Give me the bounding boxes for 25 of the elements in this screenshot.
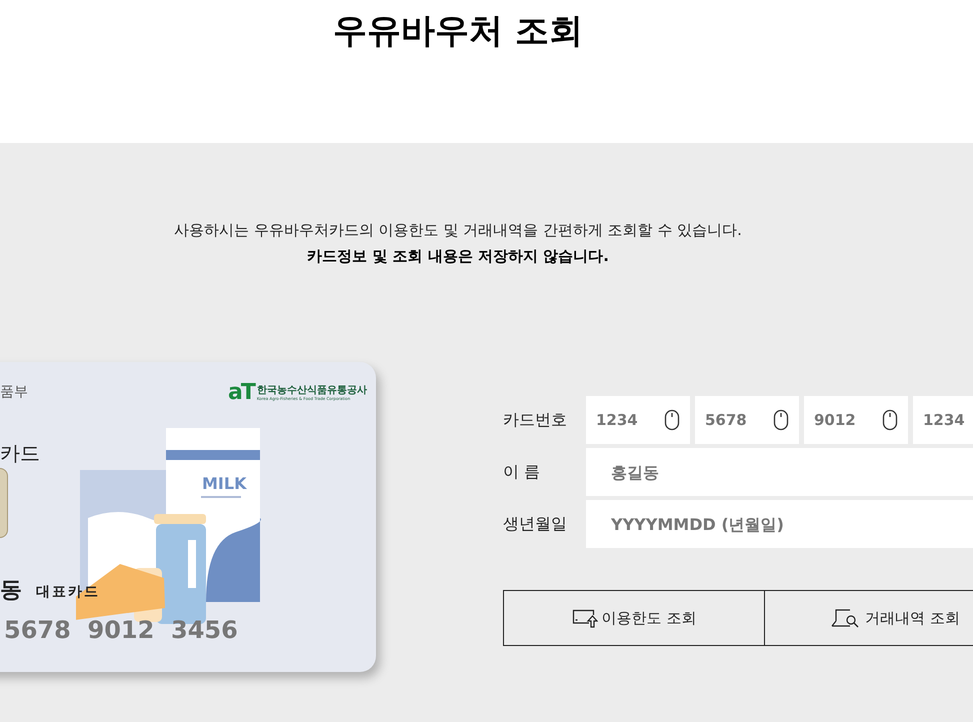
notice-text: 카드정보 및 조회 내용은 저장하지 않습니다. <box>307 246 609 266</box>
issuer-text: 품부 <box>0 383 28 402</box>
card-number-field[interactable]: 1234 <box>913 396 973 444</box>
card-number-field[interactable]: 9012 <box>804 396 908 444</box>
mouse-icon[interactable] <box>882 409 898 431</box>
field-label: 이 름 <box>503 461 542 483</box>
name-field[interactable]: 홍길동 <box>586 448 973 496</box>
intro-text: 사용하시는 우유바우처카드의 이용한도 및 거래내역을 간편하게 조회할 수 있습니다. <box>174 220 742 241</box>
field-label: 생년월일 <box>503 513 568 535</box>
mouse-icon[interactable] <box>773 409 789 431</box>
logo-mark: aT <box>228 382 254 404</box>
card-number: 5678 9012 3456 <box>4 615 238 646</box>
birthdate-field[interactable]: YYYYMMDD (년월일) <box>586 500 973 548</box>
card-number-field[interactable]: 5678 <box>695 396 799 444</box>
mouse-icon[interactable] <box>664 409 680 431</box>
transaction-history-button[interactable]: 거래내역 조회 <box>765 590 973 646</box>
usage-limit-button[interactable]: 이용한도 조회 <box>503 590 765 646</box>
cardholder-name: 동 <box>0 577 22 605</box>
milk-label: MILK <box>202 473 246 495</box>
logo-name: 한국농수산식품유통공사 <box>256 385 367 396</box>
card-label: 카드 <box>0 440 40 467</box>
page-title: 우유바우처 조회 <box>333 10 583 53</box>
field-label: 카드번호 <box>503 409 568 431</box>
card-upload-icon <box>572 608 598 628</box>
card-number-field[interactable]: 1234 <box>586 396 690 444</box>
